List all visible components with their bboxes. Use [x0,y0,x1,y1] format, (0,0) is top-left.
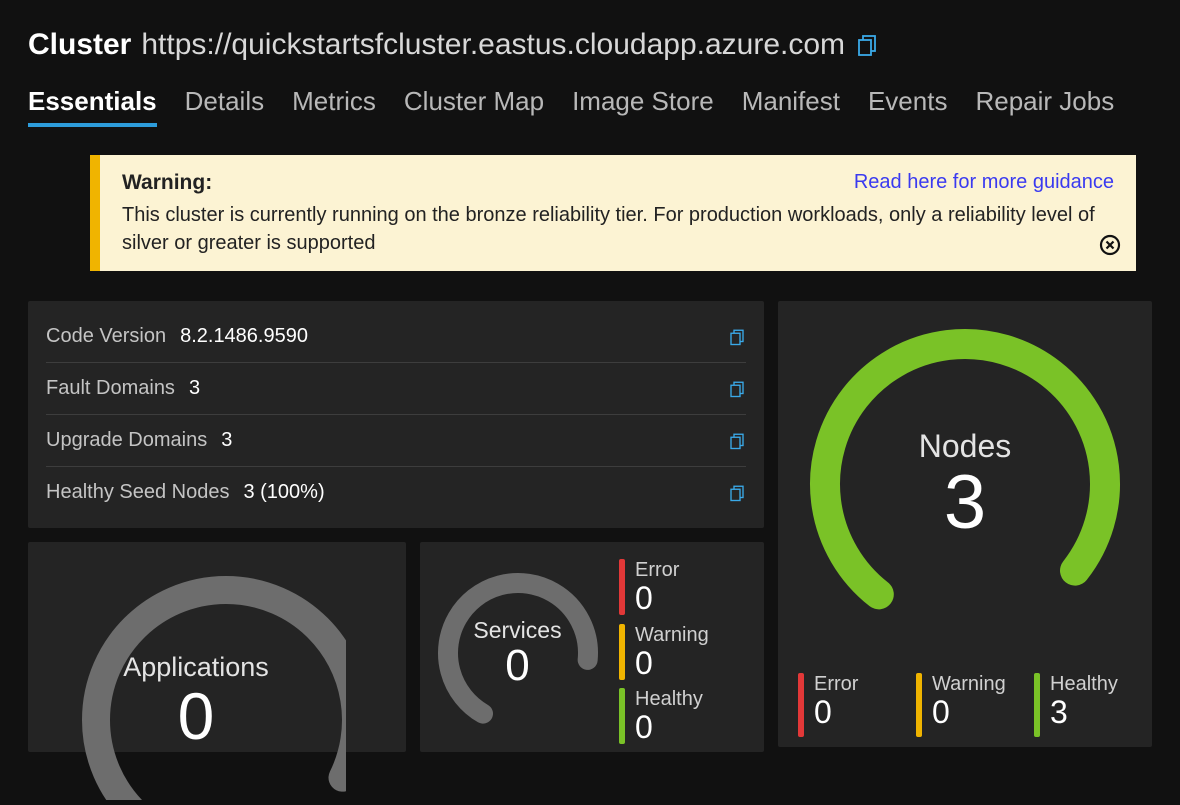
info-value: 8.2.1486.9590 [180,325,308,348]
error-bar-icon [619,559,625,615]
tab-image-store[interactable]: Image Store [572,86,714,127]
tab-repair-jobs[interactable]: Repair Jobs [975,86,1114,127]
warning-banner: Warning: Read here for more guidance Thi… [90,155,1136,271]
page-header: Cluster https://quickstartsfcluster.east… [28,28,1152,62]
info-row-fault-domains: Fault Domains 3 [46,363,746,415]
cluster-info-panel: Code Version 8.2.1486.9590 Fault Domains… [28,301,764,528]
tab-metrics[interactable]: Metrics [292,86,376,127]
healthy-bar-icon [619,688,625,744]
services-panel: Services 0 Error0 Warning0 He [420,542,764,752]
error-bar-icon [798,673,804,737]
tab-details[interactable]: Details [185,86,264,127]
tab-essentials[interactable]: Essentials [28,86,157,127]
close-warning-icon[interactable] [1098,233,1122,263]
cluster-url: https://quickstartsfcluster.eastus.cloud… [141,28,845,62]
tab-events[interactable]: Events [868,86,948,127]
warning-text: This cluster is currently running on the… [122,201,1114,257]
nodes-count: 3 [919,465,1012,541]
info-label: Upgrade Domains [46,429,207,452]
stat-warning: Warning0 [619,624,709,681]
info-label: Healthy Seed Nodes [46,481,229,504]
tab-manifest[interactable]: Manifest [742,86,840,127]
info-value: 3 [221,429,232,452]
copy-url-icon[interactable] [855,33,879,57]
tab-cluster-map[interactable]: Cluster Map [404,86,544,127]
services-stats: Error0 Warning0 Healthy0 [619,559,709,745]
copy-icon[interactable] [728,484,746,502]
nodes-panel: Nodes 3 Error0 Warning0 Healthy3 [778,301,1152,747]
healthy-bar-icon [1034,673,1040,737]
copy-icon[interactable] [728,380,746,398]
page-title: Cluster [28,28,131,62]
stat-healthy: Healthy0 [619,688,709,745]
info-value: 3 [189,377,200,400]
applications-count: 0 [123,683,269,749]
tab-bar: Essentials Details Metrics Cluster Map I… [28,86,1152,127]
services-label: Services [473,617,561,644]
applications-panel: Applications 0 [28,542,406,752]
copy-icon[interactable] [728,328,746,346]
warning-bar-icon [619,624,625,680]
info-label: Fault Domains [46,377,175,400]
stat-warning: Warning0 [916,673,1014,737]
stat-error: Error0 [798,673,896,737]
warning-label: Warning: [122,171,212,195]
info-row-upgrade-domains: Upgrade Domains 3 [46,415,746,467]
stat-error: Error0 [619,559,709,616]
nodes-stats: Error0 Warning0 Healthy3 [796,673,1134,737]
warning-guidance-link[interactable]: Read here for more guidance [854,171,1114,194]
nodes-label: Nodes [919,428,1012,465]
info-value: 3 (100%) [243,481,324,504]
warning-bar-icon [916,673,922,737]
copy-icon[interactable] [728,432,746,450]
services-count: 0 [473,644,561,688]
info-row-code-version: Code Version 8.2.1486.9590 [46,311,746,363]
stat-healthy: Healthy3 [1034,673,1132,737]
info-row-healthy-seed-nodes: Healthy Seed Nodes 3 (100%) [46,467,746,518]
info-label: Code Version [46,325,166,348]
